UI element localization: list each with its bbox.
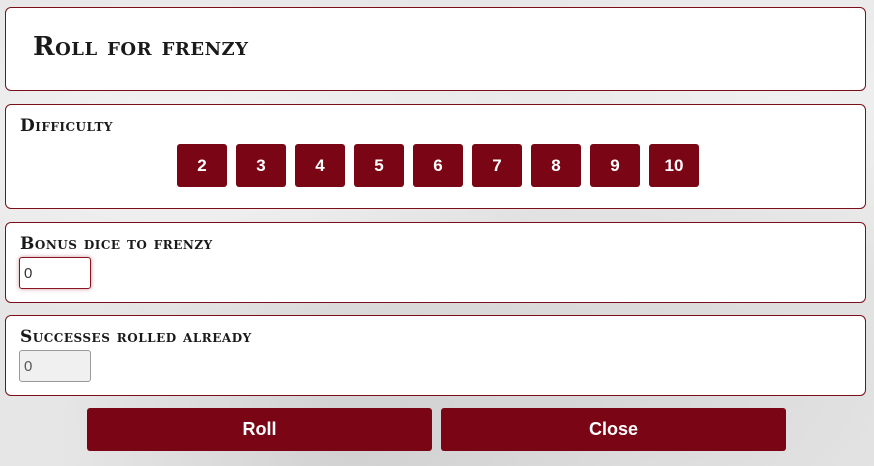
- bonus-dice-panel: Bonus dice to frenzy: [5, 222, 866, 303]
- difficulty-button-2[interactable]: 2: [177, 144, 227, 187]
- bonus-dice-label: Bonus dice to frenzy: [20, 234, 213, 254]
- difficulty-button-4[interactable]: 4: [295, 144, 345, 187]
- successes-input: [19, 350, 91, 382]
- successes-label: Successes rolled already: [20, 327, 252, 347]
- difficulty-panel: Difficulty 2 3 4 5 6 7 8 9 10: [5, 104, 866, 209]
- difficulty-label: Difficulty: [20, 116, 113, 136]
- difficulty-button-3[interactable]: 3: [236, 144, 286, 187]
- difficulty-button-row: 2 3 4 5 6 7 8 9 10: [177, 144, 699, 187]
- roll-button[interactable]: Roll: [87, 408, 432, 451]
- difficulty-button-7[interactable]: 7: [472, 144, 522, 187]
- close-button[interactable]: Close: [441, 408, 786, 451]
- difficulty-button-5[interactable]: 5: [354, 144, 404, 187]
- successes-panel: Successes rolled already: [5, 315, 866, 396]
- difficulty-button-8[interactable]: 8: [531, 144, 581, 187]
- difficulty-button-10[interactable]: 10: [649, 144, 699, 187]
- title-panel: Roll for frenzy: [5, 7, 866, 91]
- difficulty-button-9[interactable]: 9: [590, 144, 640, 187]
- bonus-dice-input[interactable]: [19, 257, 91, 289]
- difficulty-button-6[interactable]: 6: [413, 144, 463, 187]
- dialog-title: Roll for frenzy: [33, 32, 249, 62]
